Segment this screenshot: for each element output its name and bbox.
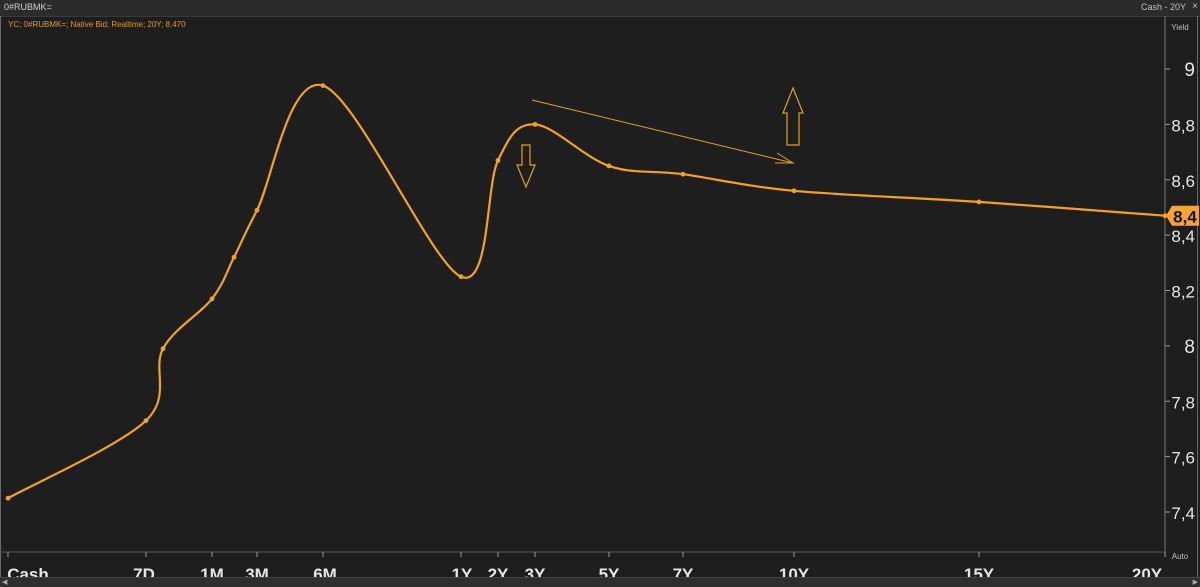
- curve-point: [5, 495, 11, 501]
- curve-point: [320, 83, 326, 89]
- y-axis-title: Yield: [1171, 23, 1189, 32]
- y-tick-label: 8,6: [1171, 172, 1195, 191]
- down-arrow-icon: [516, 144, 536, 189]
- y-tick-label: 8: [1184, 337, 1195, 358]
- curve-point: [231, 254, 237, 260]
- curve-point: [495, 157, 501, 163]
- curve-points: [5, 83, 1168, 501]
- y-tick-label: 7,8: [1171, 393, 1195, 412]
- curve-point: [976, 199, 982, 205]
- y-axis: 7,4 7,6 7,8 8 8,2 8,4 8,6 8,8 9 Yield Auto: [1164, 16, 1195, 561]
- trend-arrow-head: [775, 152, 795, 164]
- y-tick-label: 7,4: [1171, 504, 1195, 523]
- y-tick-label: 8,4: [1171, 227, 1195, 246]
- scroll-right-icon[interactable]: ▶: [1193, 578, 1198, 586]
- curve-point: [458, 274, 464, 280]
- curve-point: [791, 188, 797, 194]
- curve-point: [680, 171, 686, 177]
- yield-curve-line: [7, 83, 1166, 500]
- y-tick-label: 8,8: [1171, 116, 1195, 135]
- curve-point: [532, 121, 538, 127]
- curve-point: [606, 163, 612, 169]
- auto-scale-label: Auto: [1172, 552, 1189, 561]
- curve-point: [209, 296, 215, 302]
- y-tick-label: 7,6: [1171, 449, 1195, 468]
- curve-point: [254, 207, 260, 213]
- curve-point: [160, 346, 166, 352]
- curve-point: [143, 418, 149, 424]
- up-arrow-icon: [782, 86, 804, 146]
- price-tag: 8,4: [1166, 205, 1199, 227]
- y-tick-label: 9: [1184, 60, 1195, 81]
- price-tag-label: 8,4: [1173, 208, 1197, 227]
- y-tick-label: 8,2: [1171, 283, 1195, 302]
- scroll-left-icon[interactable]: ◀: [2, 578, 7, 586]
- yield-curve-chart[interactable]: 7,47,67,888,28,48,68,89YieldAuto Cash 7D 1…: [0, 0, 1200, 586]
- trend-line: [531, 99, 794, 164]
